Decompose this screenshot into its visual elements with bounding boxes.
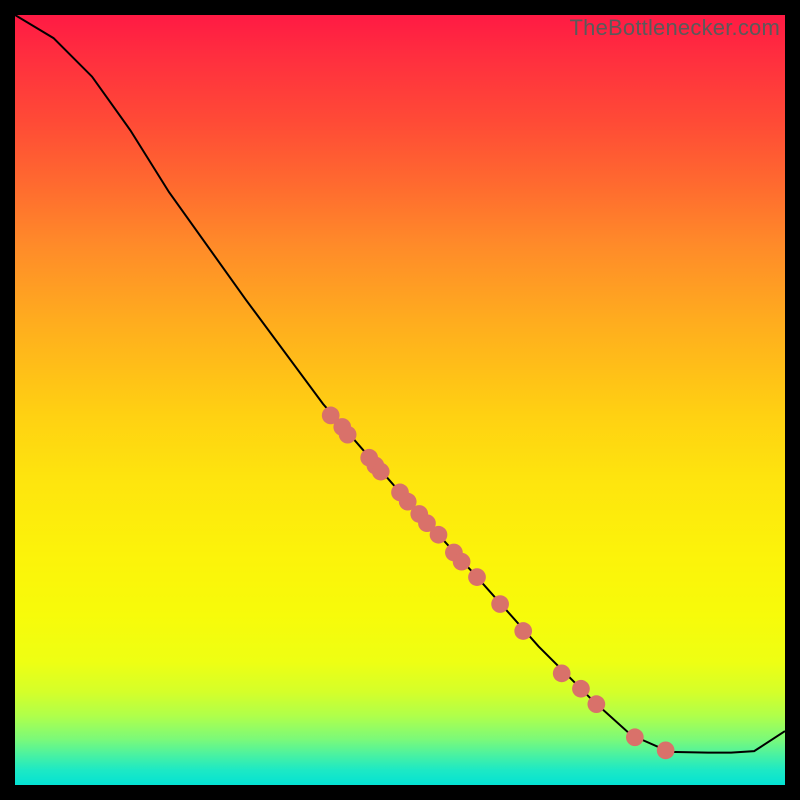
data-marker — [453, 553, 471, 571]
chart-svg — [15, 15, 785, 785]
bottleneck-curve — [15, 15, 785, 753]
data-marker — [626, 728, 644, 746]
data-marker — [491, 595, 509, 613]
data-marker — [657, 741, 675, 759]
data-marker — [587, 695, 605, 713]
data-marker — [339, 426, 357, 444]
data-marker — [572, 680, 590, 698]
data-marker — [468, 568, 486, 586]
chart-container: TheBottlenecker.com — [0, 0, 800, 800]
data-markers — [322, 407, 675, 760]
plot-area: TheBottlenecker.com — [15, 15, 785, 785]
data-marker — [514, 622, 532, 640]
data-marker — [372, 463, 390, 481]
data-marker — [553, 664, 571, 682]
data-marker — [430, 526, 448, 544]
